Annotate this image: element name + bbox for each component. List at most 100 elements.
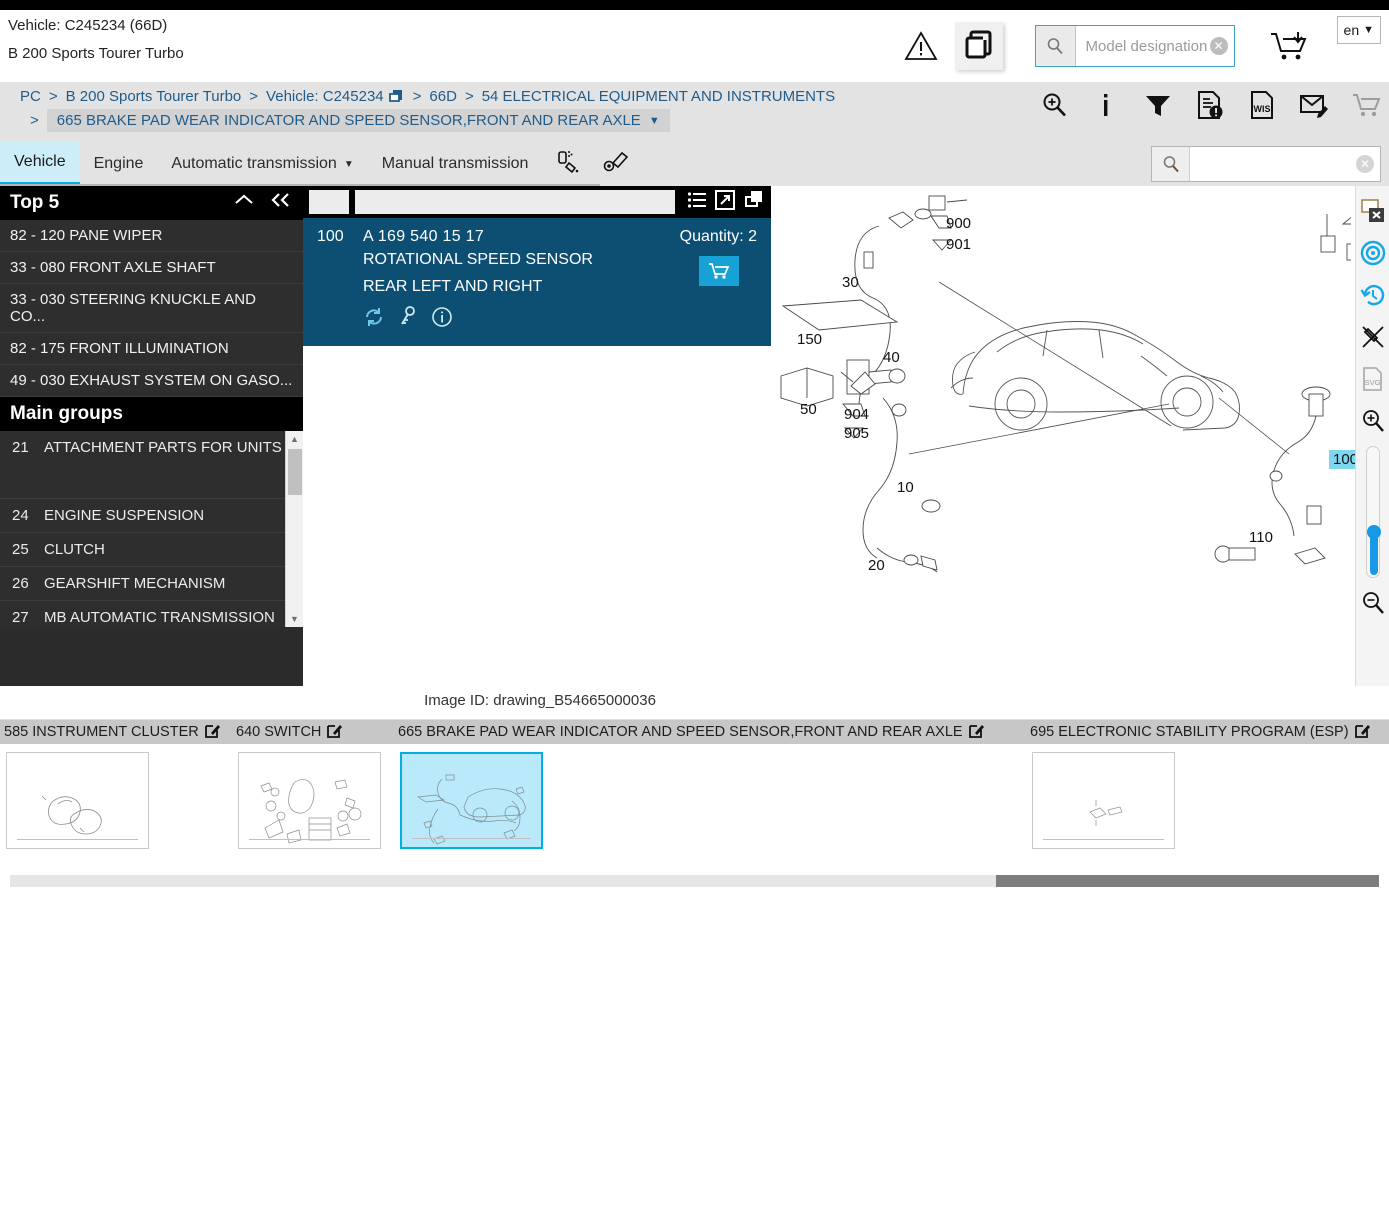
- part-description-line1: ROTATIONAL SPEED SENSOR: [363, 251, 593, 268]
- close-window-icon[interactable]: [1356, 190, 1389, 232]
- thumbnail-695[interactable]: 695 ELECTRONIC STABILITY PROGRAM (ESP): [1026, 720, 1389, 859]
- part-panel-field-wide[interactable]: [355, 190, 675, 214]
- mail-edit-icon[interactable]: [1299, 90, 1329, 120]
- key-icon[interactable]: [399, 306, 417, 332]
- part-quantity: Quantity: 2: [679, 228, 757, 245]
- scrollbar-thumb[interactable]: [995, 875, 1379, 887]
- zoom-out-icon[interactable]: [1356, 582, 1389, 624]
- top-black-bar: [0, 0, 1389, 10]
- refresh-icon[interactable]: [363, 306, 385, 332]
- breadcrumb-item-group[interactable]: 54 ELECTRICAL EQUIPMENT AND INSTRUMENTS: [482, 88, 835, 105]
- main-group-item-26[interactable]: 26 GEARSHIFT MECHANISM: [0, 567, 303, 601]
- sidebar-item-top5-0[interactable]: 82 - 120 PANE WIPER: [0, 220, 303, 252]
- edit-icon[interactable]: [1354, 723, 1370, 742]
- edit-icon[interactable]: [327, 723, 343, 742]
- top5-title: Top 5: [10, 192, 60, 213]
- edit-icon[interactable]: [968, 723, 984, 742]
- zoom-in-icon[interactable]: [1039, 90, 1069, 120]
- add-to-cart-button[interactable]: [699, 256, 739, 286]
- info-circle-icon[interactable]: [431, 306, 453, 332]
- main-groups-header: Main groups: [0, 397, 303, 431]
- model-search[interactable]: Model designation ✕: [1034, 25, 1235, 67]
- main-group-item-24[interactable]: 24 ENGINE SUSPENSION: [0, 499, 303, 533]
- thumbnail-640[interactable]: 640 SWITCH: [232, 720, 394, 859]
- edit-icon[interactable]: [204, 723, 220, 742]
- main-group-label: MB AUTOMATIC TRANSMISSION: [44, 609, 275, 626]
- history-undo-icon[interactable]: [1356, 274, 1389, 316]
- clear-icon[interactable]: ✕: [1356, 155, 1374, 173]
- thumbnail-585[interactable]: 585 INSTRUMENT CLUSTER: [0, 720, 232, 859]
- tab-label: Engine: [93, 155, 144, 172]
- thumbnail-image[interactable]: [6, 752, 149, 849]
- part-position-number: 100: [317, 228, 344, 245]
- main-group-item-25[interactable]: 25 CLUTCH: [0, 533, 303, 567]
- thumbnail-strip: 585 INSTRUMENT CLUSTER 640 SWITCH 665 BR…: [0, 719, 1389, 859]
- wis-document-icon[interactable]: WIS: [1247, 90, 1277, 120]
- chevron-up-icon[interactable]: [233, 192, 255, 214]
- part-panel-field-small[interactable]: [309, 190, 349, 214]
- tab-manual-transmission[interactable]: Manual transmission: [368, 142, 543, 186]
- parts-search-input[interactable]: ✕: [1190, 147, 1380, 181]
- expand-icon[interactable]: [715, 190, 735, 214]
- tool-icon[interactable]: [602, 149, 630, 179]
- search-icon[interactable]: [1035, 26, 1076, 66]
- breadcrumb-item-model[interactable]: B 200 Sports Tourer Turbo: [66, 88, 242, 105]
- drawing-label-40: 40: [883, 349, 900, 366]
- search-icon[interactable]: [1152, 147, 1190, 181]
- paint-spray-icon[interactable]: [556, 149, 584, 179]
- scroll-up-icon[interactable]: ▲: [286, 431, 303, 447]
- document-alert-icon[interactable]: [1195, 90, 1225, 120]
- tab-vehicle[interactable]: Vehicle: [0, 142, 80, 186]
- thumbnail-665[interactable]: 665 BRAKE PAD WEAR INDICATOR AND SPEED S…: [394, 720, 1026, 859]
- zoom-slider[interactable]: [1365, 446, 1381, 578]
- clear-icon[interactable]: ✕: [1209, 37, 1228, 55]
- shopping-cart-add-icon[interactable]: [1265, 30, 1315, 62]
- breadcrumb-separator: >: [48, 88, 58, 105]
- tab-engine[interactable]: Engine: [80, 142, 158, 186]
- warning-triangle-icon[interactable]: [899, 24, 943, 68]
- drawing-label-100-selected[interactable]: 100: [1329, 450, 1355, 469]
- breadcrumb-item-pc[interactable]: PC: [20, 88, 41, 105]
- parts-search[interactable]: ✕: [1151, 146, 1381, 182]
- copy-icon[interactable]: [743, 190, 765, 214]
- target-icon[interactable]: [1356, 232, 1389, 274]
- cart-icon[interactable]: [1351, 90, 1381, 120]
- thumbnail-image[interactable]: [1032, 752, 1175, 849]
- chevron-double-left-icon[interactable]: [269, 192, 293, 214]
- list-icon[interactable]: [687, 191, 707, 213]
- part-action-icons: [363, 306, 757, 332]
- sidebar-item-top5-1[interactable]: 33 - 080 FRONT AXLE SHAFT: [0, 252, 303, 284]
- sidebar-item-top5-4[interactable]: 49 - 030 EXHAUST SYSTEM ON GASO...: [0, 365, 303, 397]
- main-group-item-21[interactable]: 21 ATTACHMENT PARTS FOR UNITS: [0, 431, 303, 499]
- copy-icon[interactable]: [388, 88, 405, 105]
- zoom-in-icon[interactable]: [1356, 400, 1389, 442]
- tab-extra-icons: [542, 142, 630, 186]
- exploded-drawing[interactable]: 900 901 30 150 40 50 904 905 10 20 9 9 1…: [771, 186, 1355, 686]
- model-search-input[interactable]: Model designation ✕: [1075, 26, 1234, 66]
- copy-icon[interactable]: [954, 22, 1003, 70]
- thumbnail-image[interactable]: [238, 752, 381, 849]
- thumbnail-baseline: [17, 839, 138, 840]
- unpin-icon[interactable]: [1356, 316, 1389, 358]
- main-groups-scrollbar[interactable]: ▲ ▼: [285, 431, 303, 627]
- part-detail-card[interactable]: 100 A 169 540 15 17 ROTATIONAL SPEED SEN…: [303, 218, 771, 346]
- thumbnail-image-selected[interactable]: [400, 752, 543, 849]
- tab-automatic-transmission[interactable]: Automatic transmission ▼: [157, 142, 367, 186]
- image-id-label: Image ID: drawing_B54665000036: [424, 692, 656, 709]
- language-selector[interactable]: en ▼: [1336, 16, 1381, 44]
- info-icon[interactable]: [1091, 90, 1121, 120]
- scrollbar-thumb[interactable]: [288, 449, 302, 495]
- drawing-label-900: 900: [946, 215, 972, 232]
- horizontal-scrollbar[interactable]: [10, 875, 1379, 887]
- sidebar-item-top5-3[interactable]: 82 - 175 FRONT ILLUMINATION: [0, 333, 303, 365]
- breadcrumb-item-vehicle[interactable]: Vehicle: C245234: [266, 88, 384, 105]
- scroll-down-icon[interactable]: ▼: [286, 611, 303, 627]
- zoom-slider-knob[interactable]: [1366, 525, 1381, 539]
- breadcrumb-item-66d[interactable]: 66D: [429, 88, 457, 105]
- filter-icon[interactable]: [1143, 90, 1173, 120]
- top5-header: Top 5: [0, 186, 303, 220]
- chevron-down-icon[interactable]: ▼: [649, 115, 660, 127]
- sidebar-item-top5-2[interactable]: 33 - 030 STEERING KNUCKLE AND CO...: [0, 284, 303, 333]
- breadcrumb-current-item[interactable]: 665 BRAKE PAD WEAR INDICATOR AND SPEED S…: [46, 109, 670, 132]
- main-group-item-27[interactable]: 27 MB AUTOMATIC TRANSMISSION: [0, 601, 303, 627]
